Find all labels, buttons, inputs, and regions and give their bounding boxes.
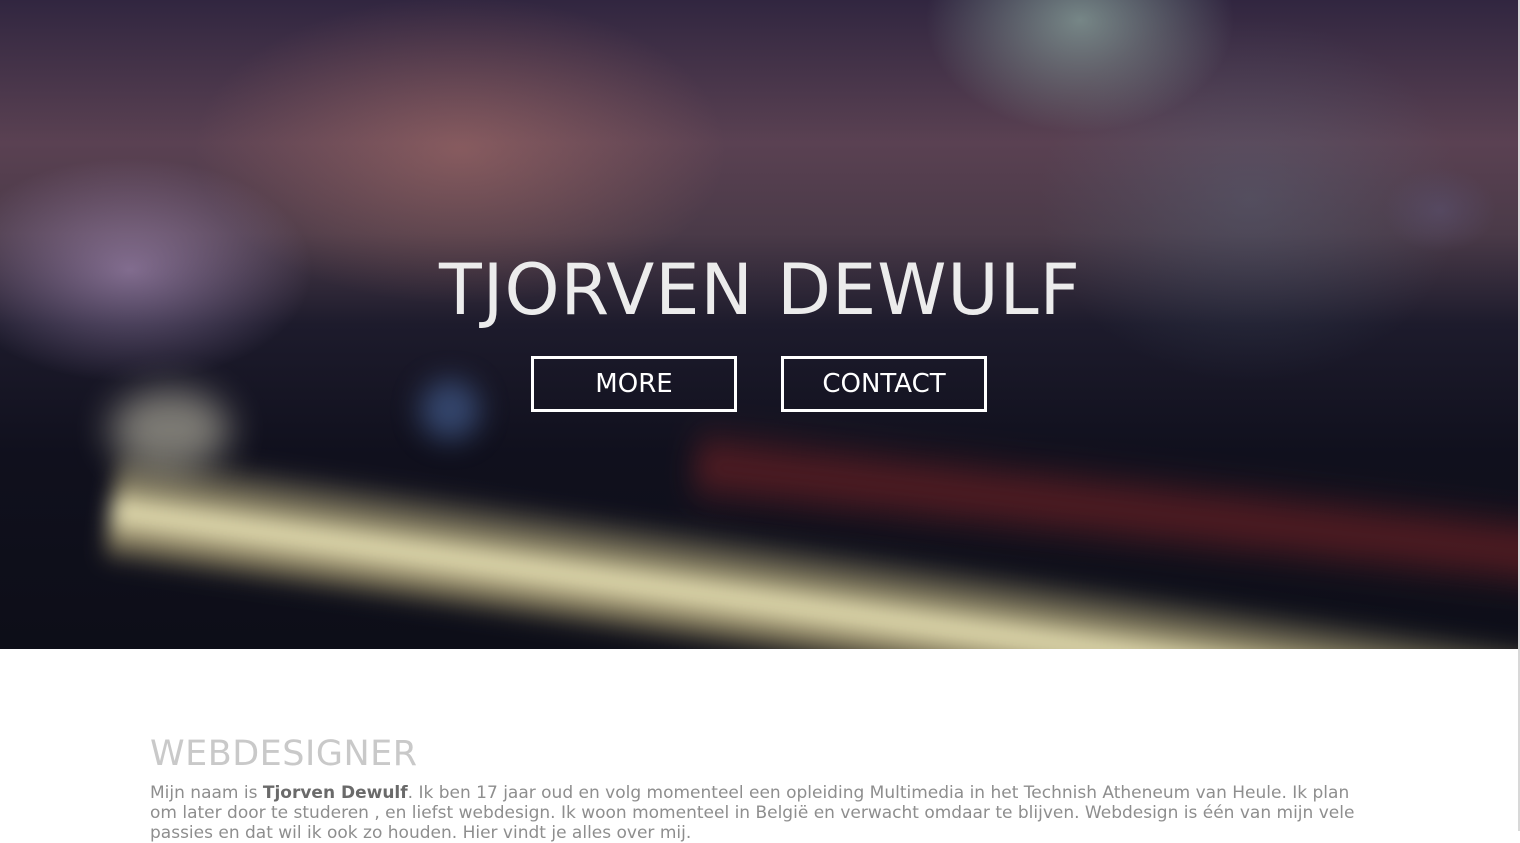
hero-section: TJORVEN DEWULF MORE CONTACT [0,0,1520,649]
section-title: WEBDESIGNER [150,734,418,774]
hero-background-headlight [110,390,230,470]
contact-button[interactable]: CONTACT [781,356,987,412]
hero-background-bokeh [420,380,480,440]
about-section: WEBDESIGNER Mijn naam is Tjorven Dewulf.… [150,735,1370,843]
hero-title: TJORVEN DEWULF [439,249,1081,331]
intro-name: Tjorven Dewulf [262,783,408,803]
more-button[interactable]: MORE [531,356,737,412]
intro-text-start: Mijn naam is [150,783,263,803]
intro-paragraph: Mijn naam is Tjorven Dewulf. Ik ben 17 j… [150,783,1370,843]
